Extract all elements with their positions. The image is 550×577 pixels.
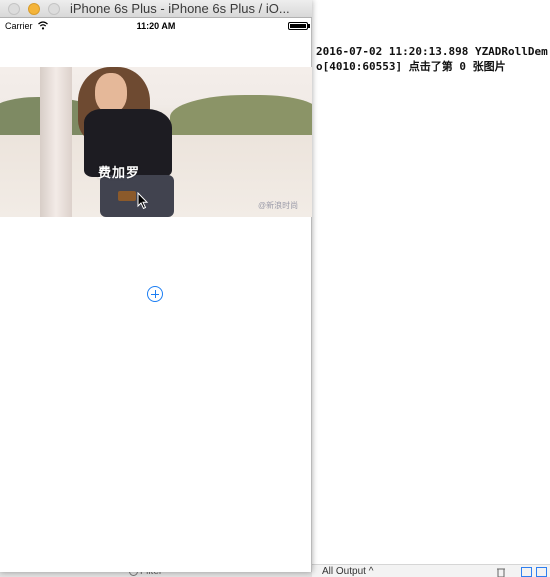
- console-bottom-bar: All Output ^: [312, 564, 550, 577]
- bush-right: [170, 95, 312, 139]
- add-icon[interactable]: [147, 286, 163, 302]
- mouse-pointer-icon: [137, 192, 149, 210]
- output-selector[interactable]: All Output ^: [322, 566, 373, 577]
- console-log: 2016-07-02 11:20:13.898 YZADRollDemo[401…: [316, 45, 548, 73]
- status-bar: Carrier 11:20 AM: [0, 19, 312, 33]
- debug-console: 2016-07-02 11:20:13.898 YZADRollDemo[401…: [312, 0, 550, 577]
- trash-icon[interactable]: [496, 567, 506, 577]
- simulator-window: iPhone 6s Plus - iPhone 6s Plus / iO... …: [0, 0, 312, 572]
- window-title: iPhone 6s Plus - iPhone 6s Plus / iO...: [70, 1, 290, 16]
- model-face: [95, 73, 127, 113]
- banner-watermark: @新浪时尚: [258, 201, 299, 210]
- banner-image[interactable]: 费加罗 @新浪时尚: [0, 67, 312, 217]
- zoom-button[interactable]: [48, 3, 60, 15]
- model-belt: [118, 191, 136, 201]
- title-bar: iPhone 6s Plus - iPhone 6s Plus / iO...: [0, 0, 312, 18]
- minimize-button[interactable]: [28, 3, 40, 15]
- battery-tip: [308, 24, 310, 28]
- pillar: [40, 67, 72, 217]
- close-button[interactable]: [8, 3, 20, 15]
- battery-icon: [288, 22, 308, 30]
- split-left-button[interactable]: [521, 567, 532, 577]
- banner-overlay-text: 费加罗: [98, 166, 141, 181]
- split-right-button[interactable]: [536, 567, 547, 577]
- clock: 11:20 AM: [136, 21, 176, 31]
